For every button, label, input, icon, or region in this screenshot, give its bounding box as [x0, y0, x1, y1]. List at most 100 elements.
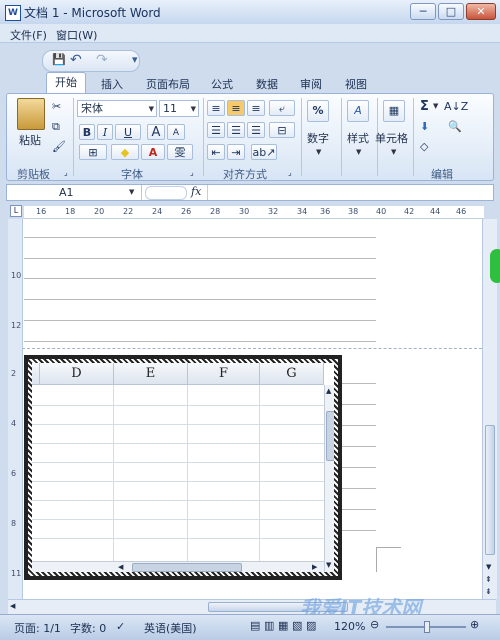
document-vscroll-thumb[interactable] — [485, 425, 495, 555]
tab-selector-icon[interactable]: L — [10, 205, 22, 217]
spreadsheet-grid[interactable]: D E F G ▲ ▼ ◀ ▶ — [32, 363, 334, 572]
word-app-icon[interactable]: W — [5, 5, 21, 21]
chevron-down-icon[interactable]: ▼ — [391, 148, 396, 156]
scroll-right-icon[interactable]: ▶ — [312, 563, 317, 571]
decrease-indent-icon[interactable]: ⇤ — [207, 144, 225, 160]
format-painter-icon[interactable]: 🖌 — [51, 138, 67, 156]
menu-file[interactable]: 文件(F) — [10, 27, 47, 43]
italic-button[interactable]: I — [97, 124, 113, 140]
previous-page-icon[interactable]: ⇞ — [485, 575, 492, 584]
sort-filter-icon[interactable]: A↓Z — [443, 98, 469, 116]
autosum-icon[interactable]: Σ — [419, 98, 430, 116]
wrap-text-icon[interactable]: ⤶ — [269, 100, 295, 116]
column-header-d[interactable]: D — [40, 363, 114, 385]
align-right-icon[interactable]: ☰ — [247, 122, 265, 138]
zoom-level[interactable]: 120% — [334, 620, 365, 633]
tab-insert[interactable]: 插入 — [101, 76, 123, 92]
row-header-corner[interactable] — [32, 363, 40, 385]
underline-button[interactable]: U — [115, 124, 141, 140]
customize-qat-icon[interactable]: ▾ — [132, 53, 138, 66]
paste-button[interactable]: 粘贴 — [19, 132, 41, 148]
zoom-slider-thumb[interactable] — [424, 621, 430, 633]
font-size-combo[interactable]: 11 ▼ — [159, 100, 199, 117]
chevron-down-icon[interactable]: ▼ — [356, 148, 361, 156]
paste-icon[interactable] — [17, 98, 45, 130]
document-horizontal-scrollbar[interactable]: ◀ — [8, 599, 496, 614]
formula-bar-slider[interactable] — [145, 186, 187, 200]
align-left-icon[interactable]: ☰ — [207, 122, 225, 138]
cut-icon[interactable]: ✂ — [51, 98, 62, 116]
phonetic-button[interactable]: 雯 — [167, 144, 193, 160]
tab-page-layout[interactable]: 页面布局 — [146, 76, 190, 92]
align-center-icon[interactable]: ☰ — [227, 122, 245, 138]
spellcheck-icon[interactable]: ✓ — [116, 620, 125, 633]
draft-view-icon[interactable]: ▨ — [306, 619, 316, 632]
column-header-f[interactable]: F — [188, 363, 260, 385]
font-launcher-icon[interactable]: ⌟ — [189, 164, 195, 182]
redo-icon[interactable]: ↷ — [96, 52, 108, 68]
find-icon[interactable]: 🔍 — [447, 118, 463, 136]
scroll-down-icon[interactable]: ▼ — [486, 563, 491, 571]
vertical-ruler[interactable]: 10 12 2 4 6 8 11 — [8, 219, 23, 599]
floating-green-tab[interactable] — [490, 249, 500, 283]
column-header-g[interactable]: G — [260, 363, 324, 385]
chevron-down-icon[interactable]: ▼ — [129, 188, 134, 196]
number-button[interactable]: 数字 — [307, 130, 329, 146]
scroll-up-icon[interactable]: ▲ — [326, 387, 331, 395]
chevron-down-icon[interactable]: ▼ — [433, 102, 438, 110]
menu-window[interactable]: 窗口(W) — [56, 27, 97, 43]
zoom-out-icon[interactable]: ⊖ — [370, 618, 379, 631]
chevron-down-icon[interactable]: ▼ — [149, 102, 154, 117]
chevron-down-icon[interactable]: ▼ — [316, 148, 321, 156]
undo-icon[interactable]: ↶ — [70, 52, 82, 68]
align-middle-icon[interactable]: ≡ — [227, 100, 245, 116]
sheet-vscroll-thumb[interactable] — [326, 411, 334, 461]
web-layout-view-icon[interactable]: ▦ — [278, 619, 288, 632]
bold-button[interactable]: B — [79, 124, 95, 140]
align-top-icon[interactable]: ≡ — [207, 100, 225, 116]
alignment-launcher-icon[interactable]: ⌟ — [287, 164, 293, 182]
minimize-button[interactable]: ─ — [410, 3, 436, 20]
save-icon[interactable]: 💾 — [52, 53, 66, 66]
maximize-button[interactable]: □ — [438, 3, 464, 20]
tab-home[interactable]: 开始 — [46, 72, 86, 94]
grow-font-button[interactable]: A — [147, 124, 165, 140]
borders-icon[interactable]: ⊞ — [79, 144, 107, 160]
language-indicator[interactable]: 英语(美国) — [144, 620, 197, 636]
align-bottom-icon[interactable]: ≡ — [247, 100, 265, 116]
tab-review[interactable]: 审阅 — [300, 76, 322, 92]
word-count[interactable]: 字数: 0 — [70, 620, 106, 636]
outline-view-icon[interactable]: ▧ — [292, 619, 302, 632]
tab-data[interactable]: 数据 — [256, 76, 278, 92]
next-page-icon[interactable]: ⇟ — [485, 587, 492, 596]
insert-function-button[interactable]: fx — [191, 185, 201, 198]
page-count[interactable]: 页面: 1/1 — [14, 620, 61, 636]
column-header-e[interactable]: E — [114, 363, 188, 385]
close-button[interactable]: ✕ — [466, 3, 496, 20]
full-screen-view-icon[interactable]: ▥ — [264, 619, 274, 632]
sheet-hscroll-thumb[interactable] — [132, 563, 242, 572]
orientation-icon[interactable]: ab↗ — [251, 144, 277, 160]
clipboard-launcher-icon[interactable]: ⌟ — [63, 164, 69, 182]
cells-button[interactable]: 单元格 — [375, 130, 408, 146]
tab-view[interactable]: 视图 — [345, 76, 367, 92]
name-box[interactable]: A1 ▼ — [7, 185, 142, 200]
chevron-down-icon[interactable]: ▼ — [191, 102, 196, 117]
merge-center-icon[interactable]: ⊟ — [269, 122, 295, 138]
scroll-left-icon[interactable]: ◀ — [118, 563, 123, 571]
fill-icon[interactable]: ⬇ — [419, 118, 430, 136]
fill-color-icon[interactable]: ◆ — [111, 144, 139, 160]
sheet-vertical-scrollbar[interactable]: ▲ ▼ — [324, 385, 334, 572]
formula-input[interactable] — [207, 185, 494, 200]
styles-icon[interactable]: A — [347, 100, 369, 122]
print-layout-view-icon[interactable]: ▤ — [250, 619, 260, 632]
font-color-icon[interactable]: A — [141, 144, 165, 160]
increase-indent-icon[interactable]: ⇥ — [227, 144, 245, 160]
font-name-combo[interactable]: 宋体 ▼ — [77, 100, 157, 117]
clear-icon[interactable]: ◇ — [419, 138, 429, 156]
scroll-left-icon[interactable]: ◀ — [10, 602, 15, 610]
shrink-font-button[interactable]: A — [167, 124, 185, 140]
cells-icon[interactable]: ▦ — [383, 100, 405, 122]
copy-icon[interactable]: ⧉ — [51, 118, 61, 136]
scroll-down-icon[interactable]: ▼ — [326, 561, 331, 569]
